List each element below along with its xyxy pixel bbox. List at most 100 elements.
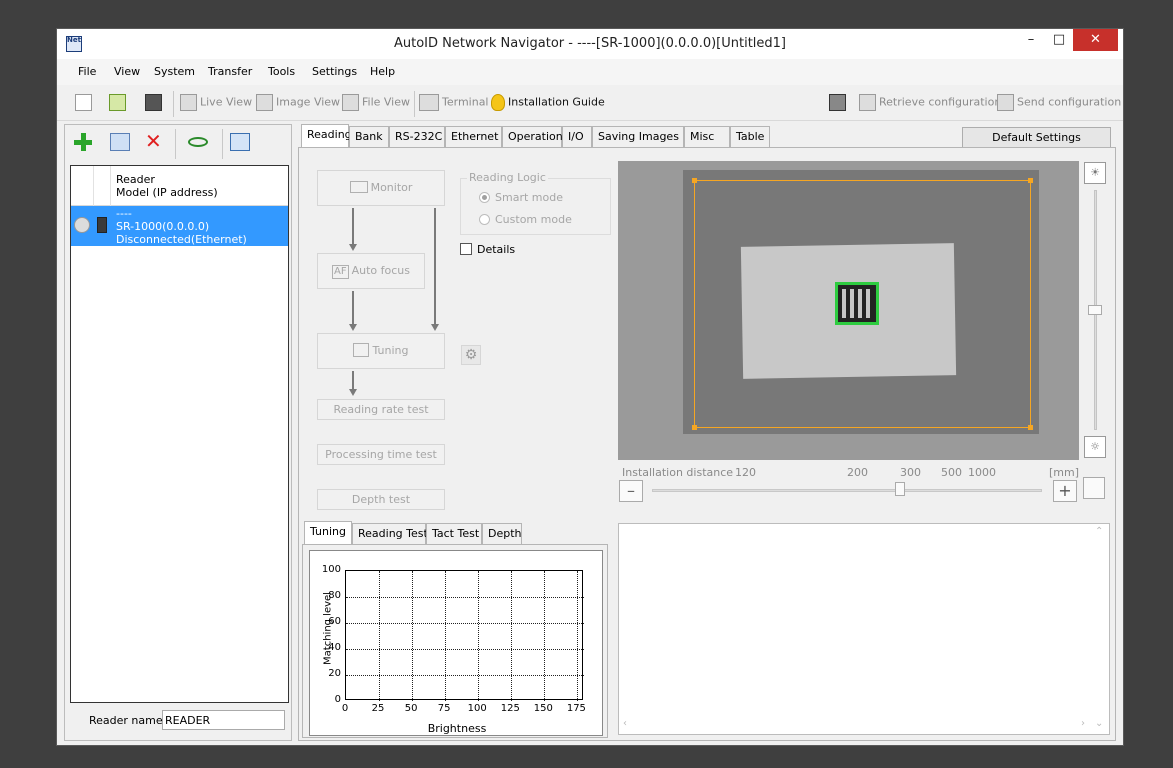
settings-tab-area: Reading Bank RS-232C Ethernet Operation … xyxy=(298,124,1116,741)
distance-minus-button[interactable]: – xyxy=(619,480,643,502)
depth-test-button[interactable]: Depth test xyxy=(317,489,445,510)
monitor-label: Monitor xyxy=(370,181,413,194)
save-icon[interactable] xyxy=(145,94,165,111)
distance-slider-track[interactable] xyxy=(652,489,1042,492)
flow-arrow xyxy=(352,371,354,391)
maximize-button[interactable]: □ xyxy=(1045,29,1073,51)
file-view-button[interactable]: File View xyxy=(342,94,410,111)
reading-rate-test-button[interactable]: Reading rate test xyxy=(317,399,445,420)
chart-y-tick-label: 40 xyxy=(328,642,341,653)
chart-x-gridline xyxy=(445,571,447,701)
menu-settings[interactable]: Settings xyxy=(312,65,357,78)
tab-io[interactable]: I/O xyxy=(562,126,592,147)
smart-mode-radio[interactable]: Smart mode xyxy=(479,191,563,204)
terminal-button[interactable]: Terminal xyxy=(419,94,489,111)
chart-y-tick-label: 80 xyxy=(328,590,341,601)
installation-guide-button[interactable]: Installation Guide xyxy=(491,94,605,111)
scroll-down-icon[interactable]: ⌄ xyxy=(1095,718,1103,729)
monitor-button[interactable]: Monitor xyxy=(317,170,445,206)
reader-list-header: Reader Model (IP address) xyxy=(71,166,288,206)
af-icon: AF xyxy=(332,265,349,279)
live-view-label: Live View xyxy=(200,95,253,109)
custom-mode-radio[interactable]: Custom mode xyxy=(479,213,572,226)
search-reader-icon[interactable] xyxy=(110,133,130,151)
brightness-slider-thumb[interactable] xyxy=(1088,305,1102,315)
tab-saving-images[interactable]: Saving Images xyxy=(592,126,684,147)
chart-x-tick-label: 75 xyxy=(437,703,451,714)
distance-slider-thumb[interactable] xyxy=(895,482,905,496)
reader-row-model: SR-1000(0.0.0.0) xyxy=(116,220,210,233)
reader-list: Reader Model (IP address) ---- SR-1000(0… xyxy=(70,165,289,703)
tab-depth[interactable]: Depth xyxy=(482,523,522,544)
tab-reading[interactable]: Reading xyxy=(301,124,352,147)
tab-rs232c[interactable]: RS-232C xyxy=(389,126,445,147)
terminal-icon xyxy=(419,94,439,111)
gear-icon[interactable]: ⚙ xyxy=(461,345,481,365)
flow-arrow xyxy=(352,208,354,246)
tab-bank[interactable]: Bank xyxy=(349,126,389,147)
menu-system[interactable]: System xyxy=(154,65,195,78)
tab-table[interactable]: Table xyxy=(730,126,770,147)
reader-row-selected[interactable]: ---- SR-1000(0.0.0.0) Disconnected(Ether… xyxy=(71,206,288,246)
image-view-button[interactable]: Image View xyxy=(256,94,340,111)
processing-time-test-button[interactable]: Processing time test xyxy=(317,444,445,465)
roi-frame[interactable] xyxy=(694,180,1031,428)
terminal-label: Terminal xyxy=(442,95,489,109)
tuning-button[interactable]: Tuning xyxy=(317,333,445,369)
flow-arrow xyxy=(352,291,354,325)
tab-misc[interactable]: Misc xyxy=(684,126,730,147)
roi-handle[interactable] xyxy=(692,178,697,183)
camera-image-view[interactable] xyxy=(618,161,1079,460)
chart-y-gridline xyxy=(346,649,584,650)
scroll-left-icon[interactable]: ‹ xyxy=(623,718,627,729)
download-icon xyxy=(859,94,876,111)
retrieve-config-label: Retrieve configuration xyxy=(879,95,1002,109)
retrieve-config-button[interactable]: Retrieve configuration xyxy=(859,94,1001,111)
auto-focus-button[interactable]: AF Auto focus xyxy=(317,253,425,289)
reader-name-input[interactable] xyxy=(162,710,285,730)
brightness-high-icon[interactable]: ☀ xyxy=(1084,162,1106,184)
chart-y-gridline xyxy=(346,597,584,598)
menu-view[interactable]: View xyxy=(114,65,140,78)
menu-bar: File View System Transfer Tools Settings… xyxy=(57,59,1123,85)
tab-reading-test[interactable]: Reading Test xyxy=(352,523,428,544)
chart-x-gridline xyxy=(478,571,480,701)
menu-help[interactable]: Help xyxy=(370,65,395,78)
eye-icon[interactable] xyxy=(188,137,208,147)
menu-file[interactable]: File xyxy=(78,65,96,78)
tab-tuning[interactable]: Tuning xyxy=(304,521,352,544)
send-config-button[interactable]: Send configuration xyxy=(997,94,1121,111)
file-view-label: File View xyxy=(362,95,411,109)
chart-x-tick-label: 125 xyxy=(500,703,520,714)
minimize-button[interactable]: – xyxy=(1017,29,1045,51)
add-reader-icon[interactable] xyxy=(74,133,92,151)
close-button[interactable]: ✕ xyxy=(1073,29,1118,51)
live-view-button[interactable]: Live View xyxy=(180,94,252,111)
tab-tact-test[interactable]: Tact Test xyxy=(426,523,482,544)
installation-guide-label: Installation Guide xyxy=(508,95,605,109)
roi-handle[interactable] xyxy=(692,425,697,430)
reader-list-pane: ✕ Reader Model (IP address) ---- SR-1000… xyxy=(64,124,292,741)
pane-separator xyxy=(222,129,223,159)
send-config-label: Send configuration xyxy=(1017,95,1122,109)
menu-tools[interactable]: Tools xyxy=(268,65,295,78)
roi-handle[interactable] xyxy=(1028,425,1033,430)
scroll-up-icon[interactable]: ⌃ xyxy=(1095,526,1103,537)
delete-reader-icon[interactable]: ✕ xyxy=(145,129,162,153)
roi-handle[interactable] xyxy=(1028,178,1033,183)
brightness-low-icon[interactable]: ☼ xyxy=(1084,436,1106,458)
ip-setting-icon[interactable] xyxy=(230,133,250,151)
tab-ethernet[interactable]: Ethernet xyxy=(445,126,502,147)
tab-operation[interactable]: Operation xyxy=(502,126,563,147)
open-file-icon[interactable] xyxy=(109,94,129,111)
printer-icon[interactable] xyxy=(829,94,849,111)
details-checkbox[interactable]: Details xyxy=(460,243,515,256)
output-log-area[interactable]: ⌃ ⌄ ‹ › xyxy=(618,523,1110,735)
distance-plus-button[interactable]: + xyxy=(1053,480,1077,502)
default-settings-button[interactable]: Default Settings xyxy=(962,127,1111,148)
menu-transfer[interactable]: Transfer xyxy=(208,65,252,78)
scroll-right-icon[interactable]: › xyxy=(1081,718,1085,729)
new-file-icon[interactable] xyxy=(75,94,95,111)
fit-screen-icon[interactable] xyxy=(1083,477,1105,499)
chart-y-gridline xyxy=(346,623,584,624)
